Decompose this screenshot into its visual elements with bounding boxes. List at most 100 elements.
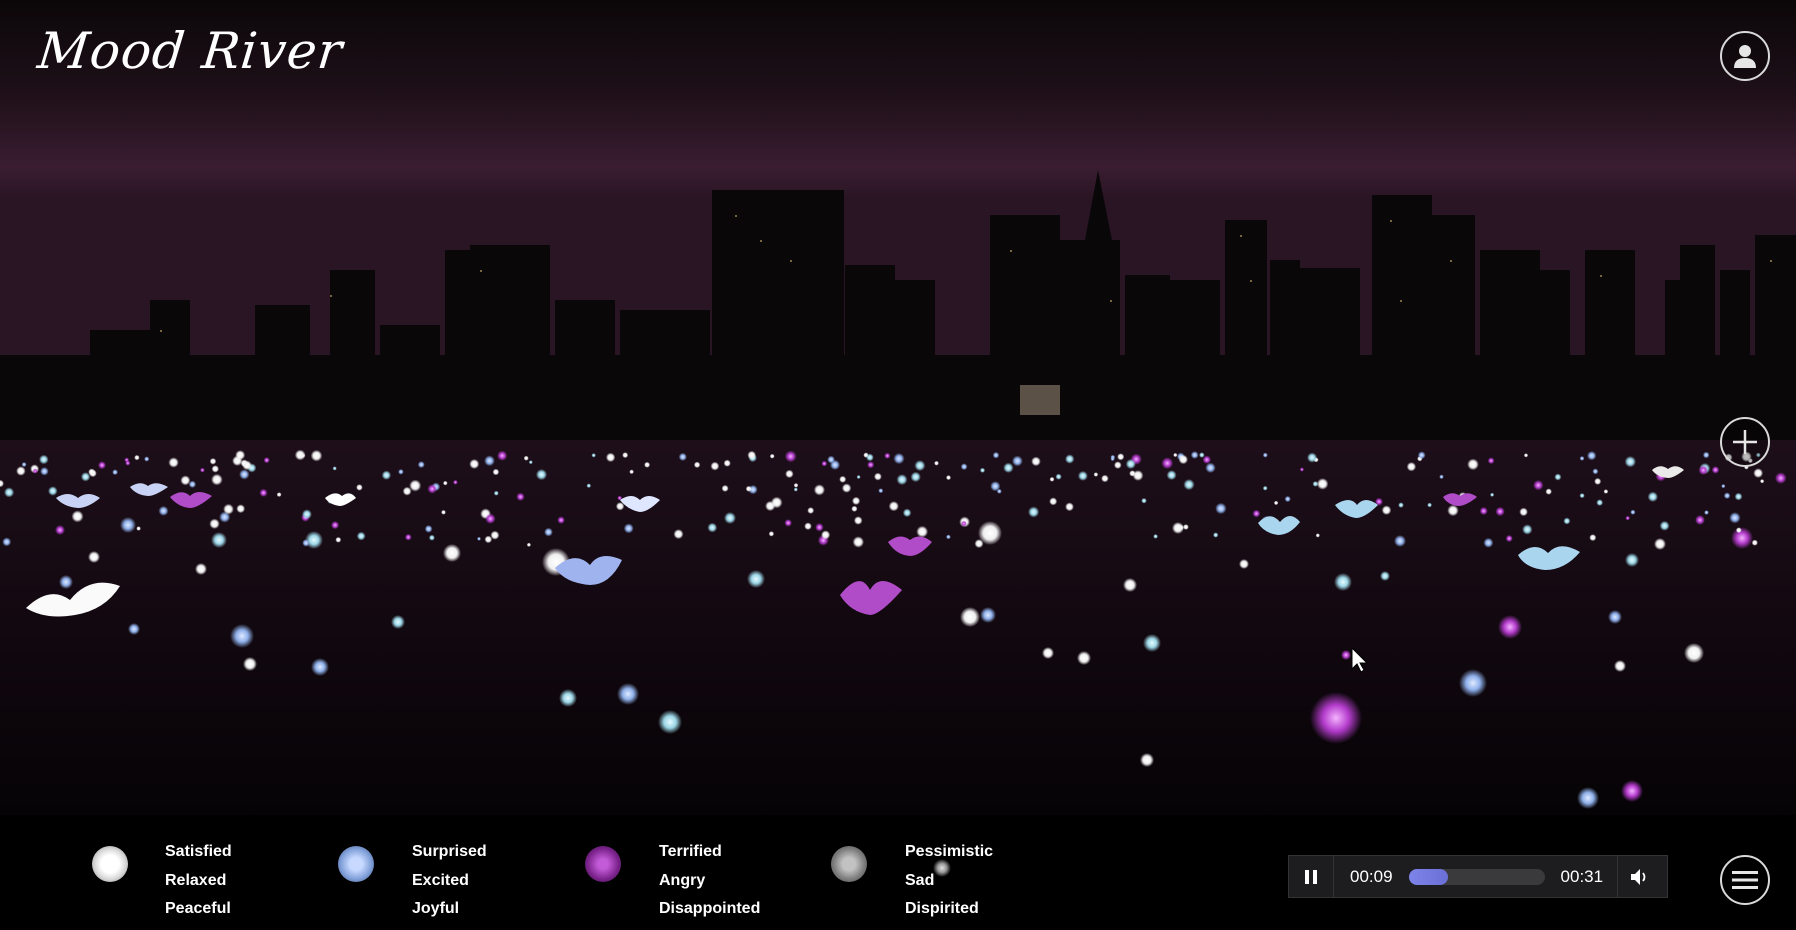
progress-fill bbox=[1408, 868, 1448, 885]
distant-light bbox=[485, 513, 496, 524]
distant-light bbox=[1117, 453, 1125, 461]
distant-light bbox=[807, 507, 815, 514]
distant-light bbox=[1125, 458, 1136, 470]
app-logo[interactable]: Mood River bbox=[35, 22, 346, 80]
user-icon bbox=[1734, 45, 1756, 68]
distant-light bbox=[21, 462, 27, 467]
distant-light bbox=[71, 510, 84, 523]
distant-light bbox=[301, 509, 312, 520]
distant-light bbox=[557, 516, 565, 524]
distant-light bbox=[1028, 506, 1040, 518]
distant-light bbox=[841, 483, 852, 493]
mood-legend: Satisfied Relaxed Peaceful Surprised Exc… bbox=[0, 830, 1100, 930]
distant-light bbox=[1173, 452, 1178, 458]
menu-button[interactable] bbox=[1720, 855, 1770, 905]
volume-button[interactable] bbox=[1617, 856, 1662, 897]
distant-light bbox=[784, 450, 797, 463]
distant-light bbox=[469, 459, 480, 469]
distant-light bbox=[785, 469, 794, 479]
distant-light bbox=[356, 531, 366, 541]
distant-light bbox=[815, 523, 824, 532]
distant-light bbox=[1698, 465, 1709, 476]
distant-light bbox=[1523, 453, 1529, 458]
distant-light bbox=[586, 483, 592, 489]
distant-light bbox=[441, 509, 446, 515]
distant-light bbox=[1049, 476, 1055, 482]
distant-light bbox=[622, 452, 629, 459]
distant-light bbox=[1049, 497, 1058, 506]
legend-word: Excited bbox=[412, 871, 469, 889]
distant-light bbox=[1114, 461, 1122, 469]
distant-light bbox=[1702, 451, 1710, 459]
legend-word: Peaceful bbox=[165, 900, 231, 917]
distant-light bbox=[693, 461, 701, 468]
distant-light bbox=[974, 539, 984, 549]
distant-light bbox=[769, 453, 775, 459]
distant-light bbox=[1775, 472, 1787, 484]
distant-light bbox=[893, 453, 905, 465]
hamburger-menu-icon bbox=[1732, 871, 1758, 889]
distant-light bbox=[443, 480, 448, 486]
distant-light bbox=[804, 522, 812, 530]
legend-word: Satisfied bbox=[165, 843, 232, 860]
distant-light bbox=[335, 536, 342, 543]
distant-light bbox=[867, 461, 875, 469]
distant-light bbox=[1659, 520, 1670, 531]
distant-light bbox=[1031, 456, 1041, 467]
legend-word: Dispirited bbox=[905, 900, 979, 917]
distant-light bbox=[1183, 524, 1189, 530]
distant-light bbox=[236, 504, 246, 514]
distant-light bbox=[32, 468, 38, 474]
distant-light bbox=[1579, 456, 1585, 461]
distant-light bbox=[1594, 477, 1602, 485]
distant-light bbox=[1065, 454, 1075, 464]
distant-light bbox=[223, 503, 234, 515]
distant-light bbox=[136, 526, 141, 531]
distant-light bbox=[1625, 515, 1630, 521]
distant-light bbox=[1734, 492, 1743, 501]
distant-light bbox=[427, 484, 437, 494]
distant-light bbox=[960, 520, 967, 527]
distant-light bbox=[1495, 506, 1505, 517]
distant-light bbox=[852, 536, 864, 548]
distant-light bbox=[673, 529, 684, 540]
distant-light bbox=[1012, 455, 1023, 467]
distant-light bbox=[878, 488, 884, 494]
distant-light bbox=[1563, 517, 1571, 525]
profile-button[interactable] bbox=[1720, 31, 1770, 81]
legend-word: Joyful bbox=[412, 900, 460, 917]
distant-light bbox=[158, 505, 169, 516]
progress-track[interactable] bbox=[1408, 868, 1545, 885]
distant-light bbox=[888, 501, 899, 512]
distant-light bbox=[1721, 484, 1726, 489]
audio-player: 00:09 00:31 bbox=[1288, 855, 1668, 898]
legend-word: Relaxed bbox=[165, 871, 227, 889]
distant-light bbox=[644, 461, 651, 468]
legend-word: Pessimistic bbox=[905, 843, 994, 860]
pause-button[interactable] bbox=[1289, 856, 1334, 897]
distant-light bbox=[910, 471, 921, 483]
distant-light bbox=[259, 488, 268, 497]
distant-light bbox=[1262, 485, 1268, 491]
distant-light bbox=[1647, 491, 1659, 502]
distant-light bbox=[1213, 532, 1219, 538]
distant-light bbox=[516, 492, 525, 501]
distant-light bbox=[168, 457, 179, 468]
distant-light bbox=[1579, 493, 1585, 499]
distant-light bbox=[1132, 470, 1144, 481]
distant-light bbox=[793, 483, 799, 488]
distant-light bbox=[484, 455, 495, 467]
duration: 00:31 bbox=[1560, 866, 1604, 886]
distant-light bbox=[1190, 451, 1199, 459]
distant-light bbox=[232, 455, 243, 466]
distant-light bbox=[821, 530, 831, 540]
distant-light bbox=[934, 460, 939, 466]
distant-light bbox=[1215, 502, 1227, 515]
add-mood-button[interactable] bbox=[1720, 417, 1770, 467]
distant-light bbox=[263, 457, 270, 464]
distant-light bbox=[1381, 505, 1392, 515]
distant-light bbox=[1315, 533, 1320, 538]
distant-light bbox=[946, 475, 951, 481]
distant-light bbox=[1596, 499, 1604, 506]
distant-light bbox=[821, 460, 828, 467]
